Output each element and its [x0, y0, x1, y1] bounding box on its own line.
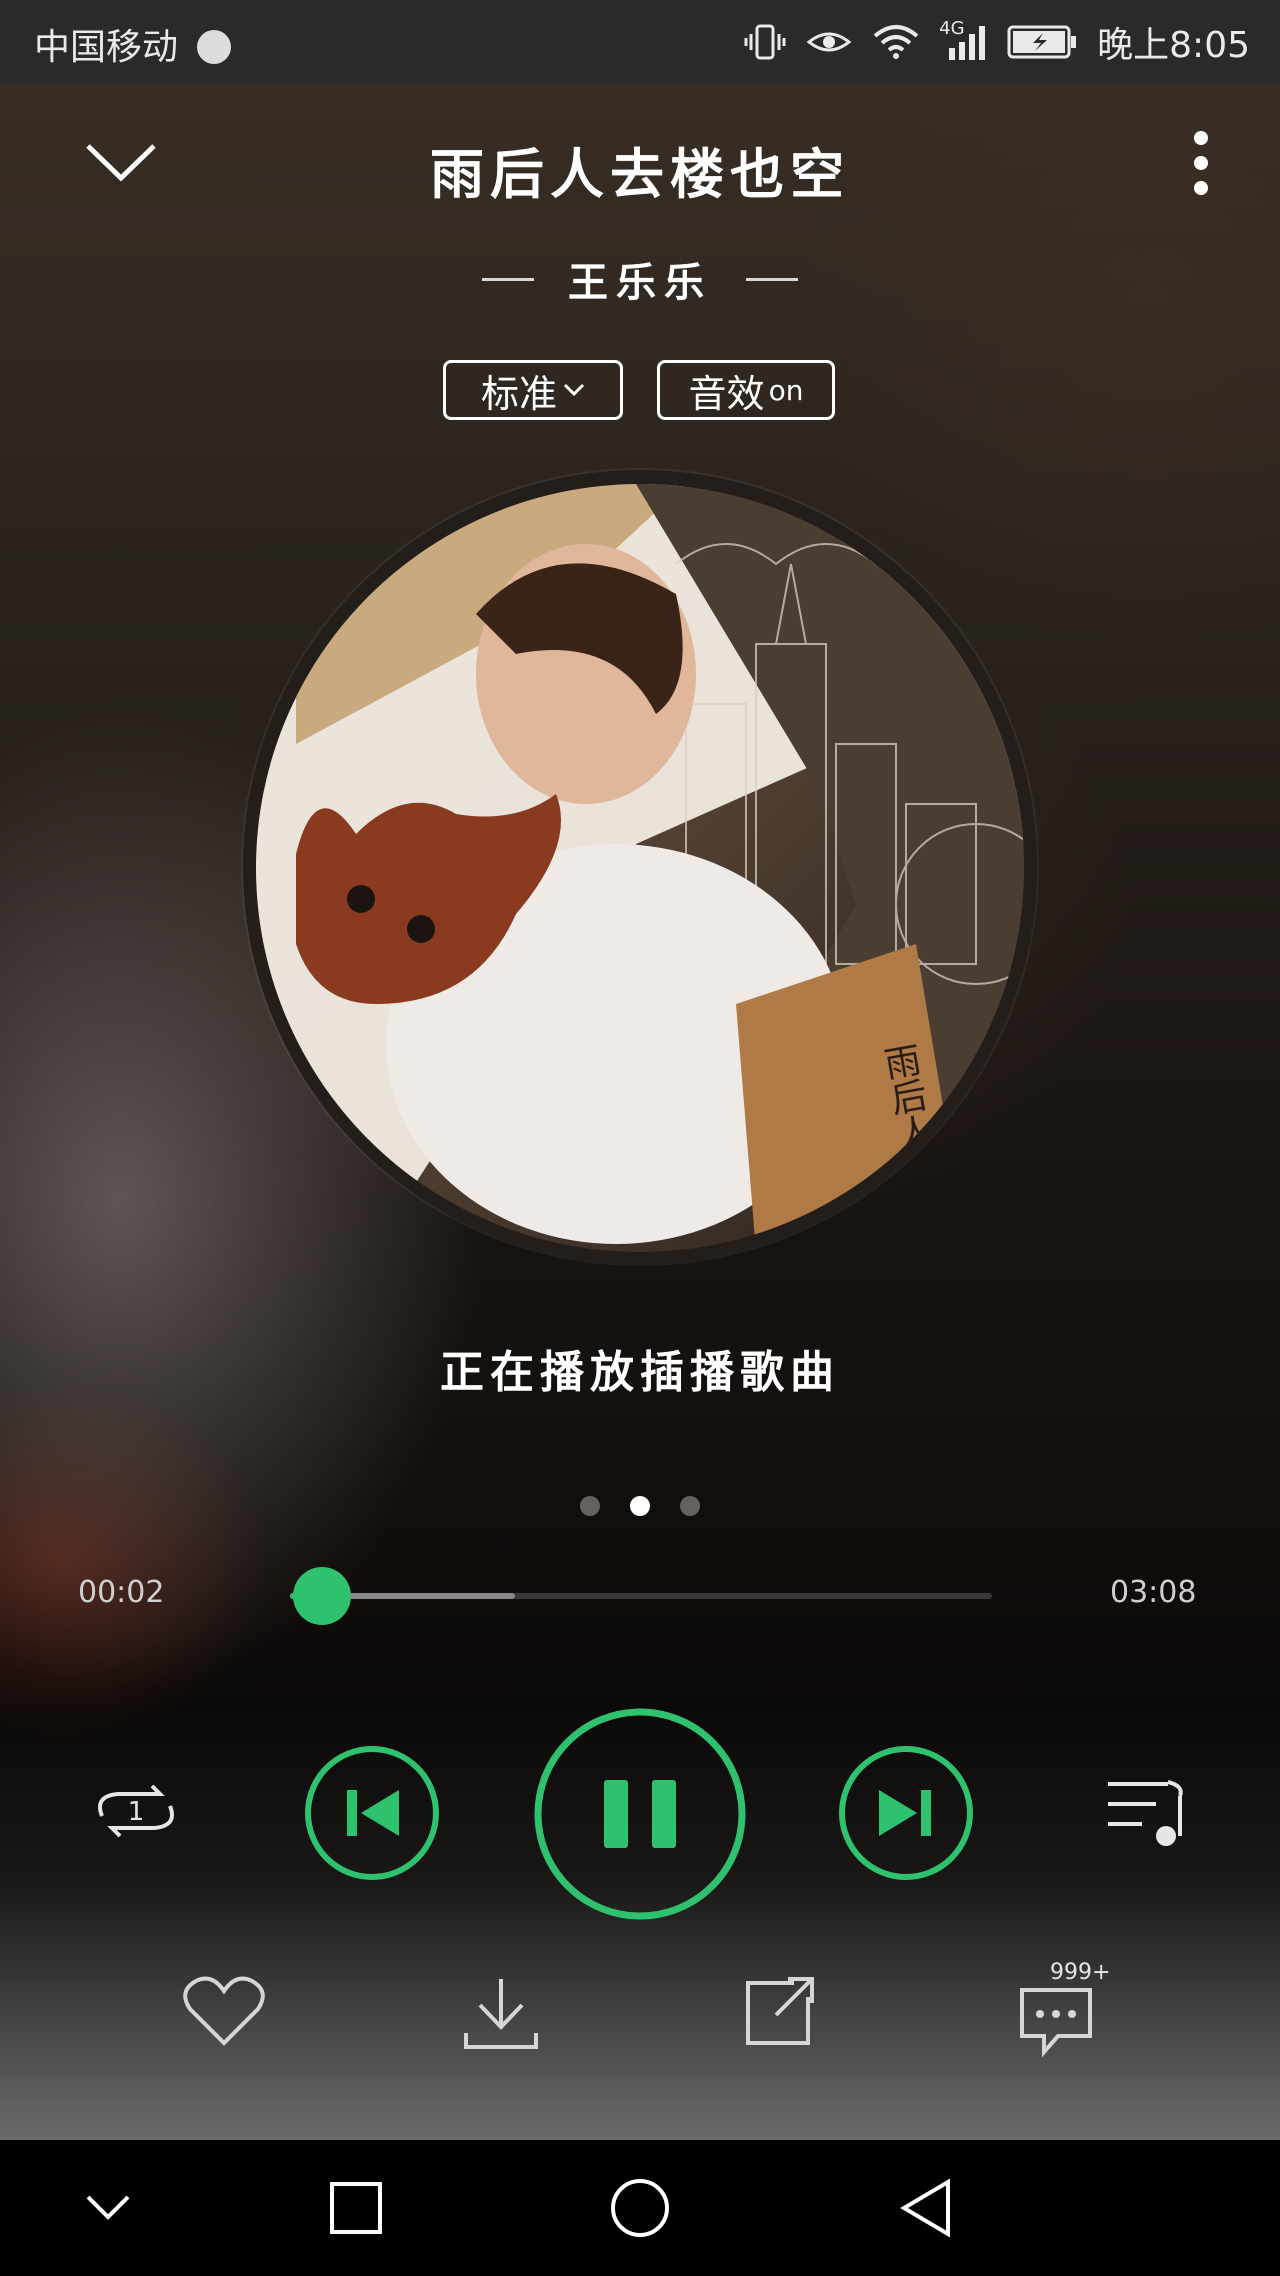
- current-time: 00:02: [78, 1575, 165, 1610]
- nav-down-icon: [86, 2195, 130, 2220]
- carrier-label: 中国移动: [34, 18, 232, 70]
- page-dot: [680, 1496, 700, 1516]
- wifi-icon: [873, 25, 919, 59]
- battery-charging-icon: [1007, 25, 1077, 59]
- next-icon: [839, 1746, 973, 1880]
- artist-row: 王乐乐: [0, 250, 1280, 308]
- svg-text:1: 1: [128, 1797, 145, 1827]
- divider: [746, 277, 798, 281]
- navigation-bar: [0, 2140, 1280, 2276]
- quality-button[interactable]: 标准: [443, 360, 623, 420]
- nav-back-button[interactable]: [876, 2140, 976, 2276]
- playlist-icon: [1108, 1780, 1183, 1846]
- nav-recent-icon: [330, 2182, 382, 2234]
- nav-back-icon: [900, 2178, 950, 2238]
- album-cover[interactable]: 雨后人楼也空。: [256, 484, 1024, 1252]
- clock: 晚上8:05: [1097, 25, 1250, 66]
- heart-icon: [183, 1976, 265, 2046]
- comment-count-badge: 999+: [1050, 1960, 1111, 1985]
- total-time: 03:08: [1110, 1575, 1197, 1610]
- artist-name[interactable]: 王乐乐: [568, 250, 712, 308]
- page-dot-active: [630, 1496, 650, 1516]
- pause-button[interactable]: [532, 1706, 748, 1926]
- page-indicator: [0, 1496, 1280, 1516]
- download-icon: [464, 1979, 538, 2049]
- song-title: 雨后人去楼也空: [430, 142, 850, 206]
- vibrate-icon: [744, 24, 786, 60]
- previous-button[interactable]: [303, 1744, 441, 1886]
- comments-button[interactable]: 999+: [1018, 1960, 1136, 2062]
- nav-down-button[interactable]: [60, 2140, 156, 2276]
- eye-comfort-icon: [806, 32, 852, 52]
- pause-icon: [534, 1708, 746, 1920]
- progress-bar[interactable]: [290, 1567, 992, 1625]
- carrier-logo-icon: [197, 30, 232, 64]
- previous-icon: [305, 1746, 439, 1880]
- next-button[interactable]: [837, 1744, 975, 1886]
- lyric-line[interactable]: 正在播放插播歌曲: [0, 1336, 1280, 1400]
- share-icon: [746, 1977, 814, 2045]
- repeat-one-icon: 1: [98, 1784, 174, 1838]
- status-bar: 中国移动 4G 晚上8:05: [0, 0, 1280, 84]
- nav-home-icon: [611, 2179, 669, 2237]
- divider: [482, 277, 534, 281]
- like-button[interactable]: [182, 1975, 266, 2051]
- signal-icon: 4G: [939, 18, 989, 62]
- nav-recent-button[interactable]: [306, 2140, 406, 2276]
- album-artwork: 雨后人楼也空。: [256, 484, 1024, 1252]
- share-button[interactable]: [742, 1975, 816, 2051]
- chevron-down-icon: [563, 383, 585, 397]
- page-dot: [580, 1496, 600, 1516]
- download-button[interactable]: [462, 1975, 540, 2055]
- nav-home-button[interactable]: [590, 2140, 690, 2276]
- playlist-button[interactable]: [1104, 1776, 1188, 1850]
- sound-effect-button[interactable]: 音效 on: [657, 360, 835, 420]
- progress-thumb[interactable]: [293, 1567, 351, 1625]
- repeat-mode-button[interactable]: 1: [88, 1776, 184, 1850]
